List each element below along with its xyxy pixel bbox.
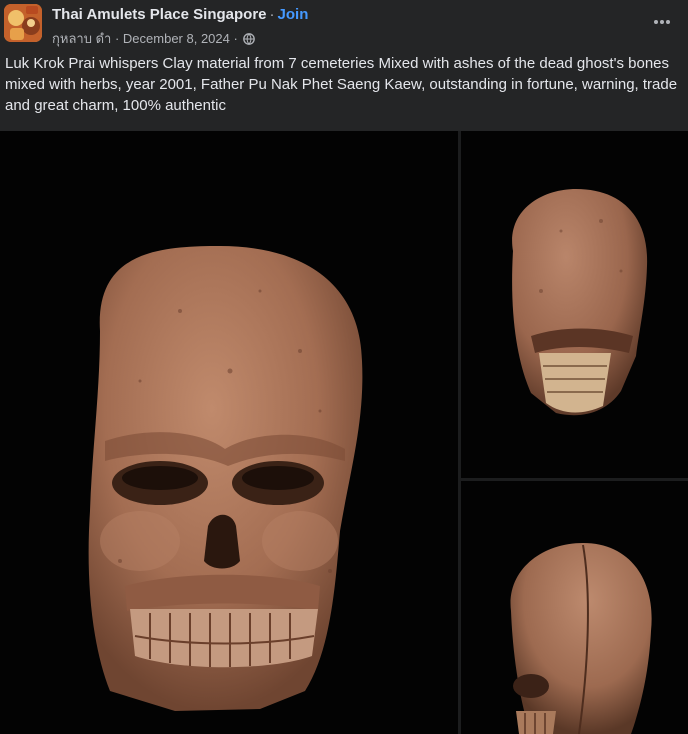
globe-icon[interactable] bbox=[243, 33, 256, 45]
meta-separator-2: · bbox=[233, 31, 238, 46]
post-caption: Luk Krok Prai whispers Clay material fro… bbox=[5, 55, 678, 114]
author-link[interactable]: กุหลาบ ดำ bbox=[52, 31, 111, 46]
group-avatar[interactable] bbox=[4, 4, 42, 42]
more-options-button[interactable] bbox=[652, 12, 672, 32]
photo-main[interactable] bbox=[0, 131, 458, 734]
photo-secondary-bottom[interactable] bbox=[461, 481, 688, 734]
photo-grid bbox=[0, 131, 688, 734]
skull-back-image bbox=[512, 189, 648, 416]
meta-separator: · bbox=[114, 31, 120, 46]
group-name-link[interactable]: Thai Amulets Place Singapore bbox=[52, 6, 267, 23]
post-date-link[interactable]: December 8, 2024 bbox=[123, 31, 230, 46]
post-title-line: Thai Amulets Place Singapore · Join bbox=[52, 6, 308, 23]
photo-secondary-top[interactable] bbox=[461, 131, 688, 478]
title-separator: · bbox=[269, 6, 275, 23]
avatar-image bbox=[4, 4, 42, 42]
post-meta: กุหลาบ ดำ · December 8, 2024 · bbox=[52, 28, 256, 49]
post-header: Thai Amulets Place Singapore · Join กุหลาบ… bbox=[0, 0, 688, 50]
skull-side-image bbox=[510, 543, 652, 734]
join-button[interactable]: Join bbox=[278, 6, 309, 23]
more-options-icon bbox=[654, 20, 670, 24]
skull-front-image bbox=[88, 246, 363, 711]
